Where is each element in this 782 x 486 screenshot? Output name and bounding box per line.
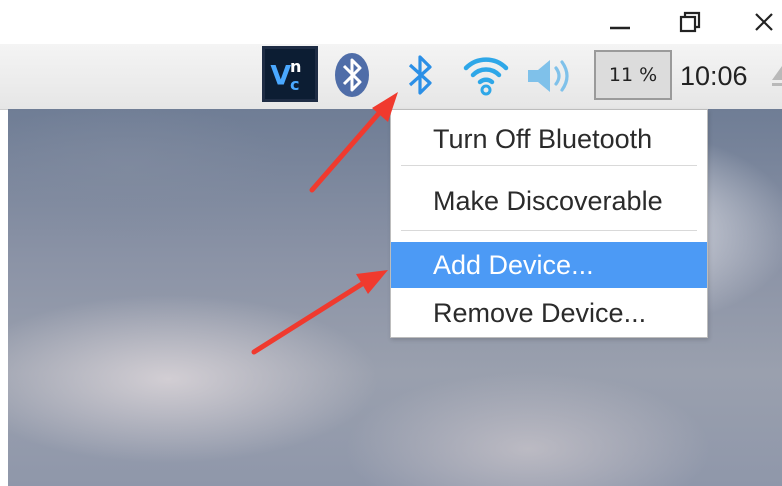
svg-text:n: n [290,57,301,76]
menu-item-remove-device[interactable]: Remove Device... [391,292,707,334]
bluetooth-menu: Turn Off Bluetooth Make Discoverable Add… [390,109,708,338]
restore-icon[interactable] [668,8,708,38]
volume-icon[interactable] [522,52,582,100]
svg-text:c: c [290,75,300,94]
wifi-icon[interactable] [460,50,512,100]
eject-icon[interactable] [768,62,782,92]
bluetooth-icon[interactable] [400,48,440,102]
menu-separator [401,230,697,231]
cpu-usage-value: 11 % [608,64,658,86]
clock[interactable]: 10:06 [680,54,748,98]
menu-item-add-device[interactable]: Add Device... [391,242,707,288]
taskbar-panel: V n c 11 % 10:06 [0,44,782,110]
svg-text:V: V [270,61,291,92]
close-icon[interactable] [748,8,782,38]
window-titlebar [0,0,782,44]
menu-item-turn-off-bluetooth[interactable]: Turn Off Bluetooth [391,118,707,160]
cpu-usage-monitor[interactable]: 11 % [594,50,672,100]
minimize-icon[interactable] [600,8,640,38]
menu-separator [401,165,697,166]
menu-item-make-discoverable[interactable]: Make Discoverable [391,180,707,222]
vnc-icon[interactable]: V n c [262,46,318,102]
bluetooth-circle-icon[interactable] [332,48,372,102]
